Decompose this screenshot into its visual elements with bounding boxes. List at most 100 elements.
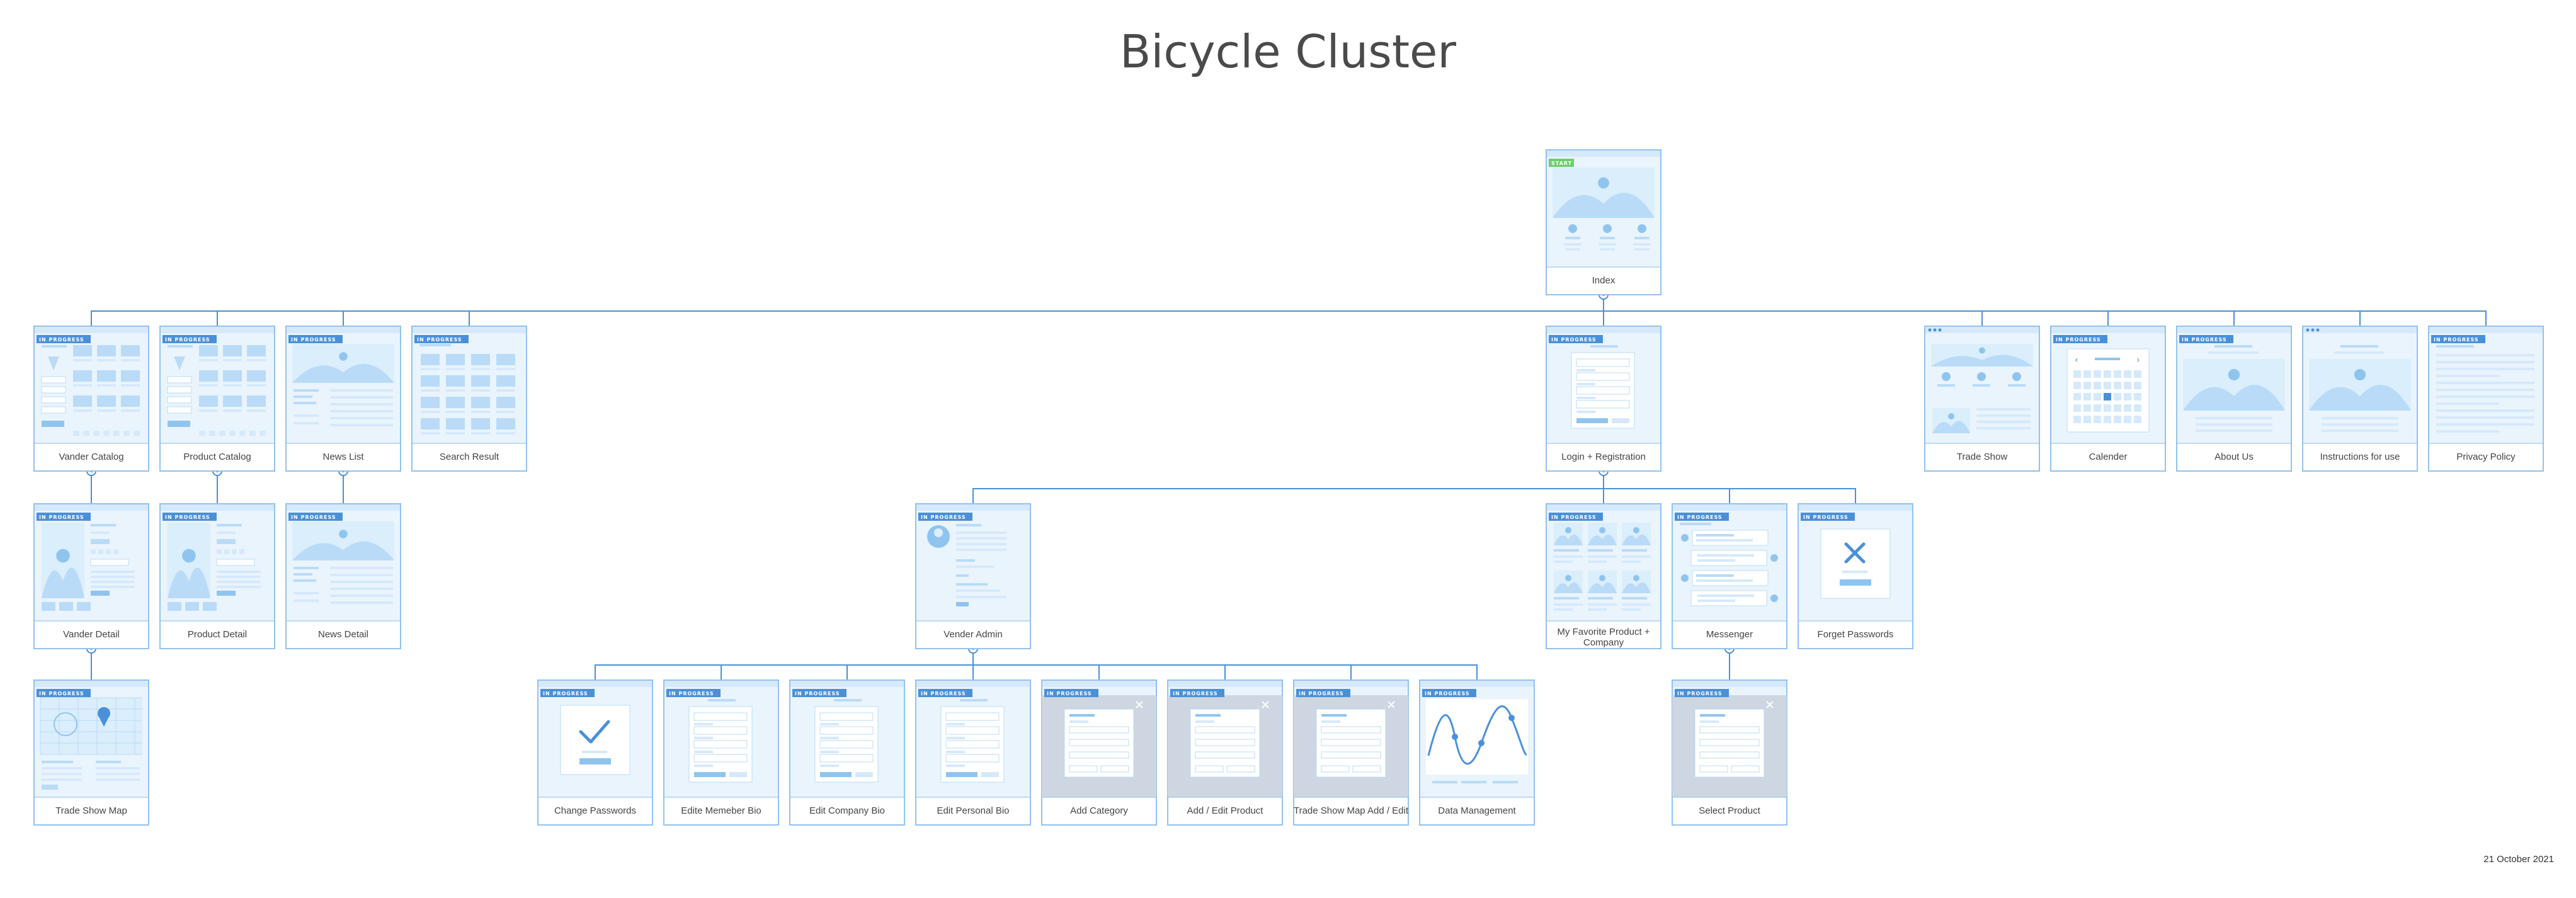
badge-text: IN PROGRESS — [165, 514, 210, 520]
node-thumbnail — [1042, 681, 1156, 798]
node-news-list[interactable]: IN PROGRESS News List — [285, 326, 401, 472]
node-label: Messenger — [1706, 629, 1753, 640]
node-label: About Us — [2214, 452, 2254, 462]
node-about-us[interactable]: IN PROGRESS About Us — [2176, 326, 2292, 472]
svg-text:›: › — [2136, 355, 2140, 365]
badge-text: IN PROGRESS — [795, 691, 840, 696]
node-thumbnail — [1547, 151, 1660, 268]
badge-text: IN PROGRESS — [1299, 691, 1344, 696]
sitemap-diagram: STARTIndexIN PROGRESSVander CatalogIN PR… — [33, 149, 2544, 826]
page-nodes: STARTIndexIN PROGRESSVander CatalogIN PR… — [33, 149, 2544, 826]
node-vender-admin[interactable]: IN PROGRESS Vender Admin — [915, 503, 1031, 649]
node-label: Instructions for use — [2320, 452, 2400, 462]
node-instructions[interactable]: Instructions for use — [2302, 326, 2418, 472]
node-label: Vander Detail — [63, 629, 120, 640]
node-label: Privacy Policy — [2456, 452, 2516, 462]
node-calender[interactable]: ‹ ›IN PROGRESSCalender — [2050, 326, 2166, 472]
node-data-management[interactable]: IN PROGRESS Data Management — [1419, 679, 1535, 826]
connector-vender-admin-edit-company-bio — [846, 649, 974, 680]
badge-text: IN PROGRESS — [1425, 691, 1470, 696]
node-thumbnail — [1168, 681, 1282, 798]
diagram-date: 21 October 2021 — [2483, 854, 2554, 865]
node-trade-show-map-add[interactable]: IN PROGRESS Trade Show Map Add / Edit — [1293, 679, 1409, 826]
svg-text:‹: ‹ — [2075, 355, 2078, 365]
node-label: Change Passwords — [554, 805, 636, 816]
node-add-category[interactable]: IN PROGRESS Add Category — [1041, 679, 1157, 826]
badge-text: IN PROGRESS — [1173, 691, 1218, 696]
badge-text: IN PROGRESS — [921, 514, 966, 520]
node-product-detail[interactable]: IN PROGRESS Product Detail — [159, 503, 275, 649]
node-messenger[interactable]: IN PROGRESS Messenger — [1672, 503, 1787, 649]
connector-index-search-result — [469, 295, 1604, 326]
node-label: Trade Show Map Add / Edit — [1294, 805, 1409, 816]
node-thumbnail — [1673, 504, 1786, 622]
badge-text: IN PROGRESS — [291, 514, 336, 520]
node-label: Calender — [2089, 452, 2128, 462]
node-label: Add Category — [1070, 805, 1128, 816]
node-thumbnail — [287, 327, 400, 444]
node-thumbnail — [2429, 327, 2543, 444]
node-label: Login + Registration — [1561, 452, 1646, 462]
node-label: Search Result — [440, 452, 499, 462]
node-label: Add / Edit Product — [1187, 805, 1264, 816]
node-search-result[interactable]: IN PROGRESS Search Result — [411, 326, 527, 472]
badge-text: IN PROGRESS — [39, 337, 84, 343]
badge-text: IN PROGRESS — [417, 337, 462, 343]
node-label: Data Management — [1438, 805, 1516, 816]
node-change-passwords[interactable]: IN PROGRESS Change Passwords — [537, 679, 653, 826]
node-select-product[interactable]: IN PROGRESS Select Product — [1672, 679, 1787, 826]
node-thumbnail — [2303, 327, 2417, 444]
node-trade-show[interactable]: Trade Show — [1924, 326, 2040, 472]
node-vander-catalog[interactable]: IN PROGRESS Vander Catalog — [33, 326, 149, 472]
node-forget-passwords[interactable]: IN PROGRESS Forget Passwords — [1798, 503, 1913, 649]
node-label: Trade Show Map — [55, 805, 127, 816]
node-label: Trade Show — [1957, 452, 2007, 462]
node-label: Select Product — [1699, 805, 1760, 816]
badge-text: IN PROGRESS — [2182, 337, 2227, 343]
node-privacy[interactable]: IN PROGRESS Privacy Policy — [2428, 326, 2544, 472]
node-login[interactable]: IN PROGRESS Login + Registration — [1546, 326, 1661, 472]
badge-text: IN PROGRESS — [1047, 691, 1092, 696]
badge-text: IN PROGRESS — [1677, 691, 1723, 696]
node-label: Forget Passwords — [1818, 629, 1894, 640]
node-label: Product Detail — [188, 629, 247, 640]
node-thumbnail — [790, 681, 904, 798]
node-thumbnail — [539, 681, 652, 798]
node-label: Product Catalog — [183, 452, 251, 462]
node-favorite[interactable]: IN PROGRESSMy Favorite Product + Company — [1546, 503, 1661, 649]
node-trade-show-map[interactable]: IN PROGRESS Trade Show Map — [33, 679, 149, 826]
connector-index-privacy — [1603, 295, 2487, 326]
node-thumbnail — [35, 504, 148, 622]
node-product-catalog[interactable]: IN PROGRESS Product Catalog — [159, 326, 275, 472]
node-thumbnail — [161, 327, 274, 444]
node-thumbnail — [35, 327, 148, 444]
connector-login-messenger — [1603, 471, 1730, 504]
badge-text: IN PROGRESS — [2434, 337, 2479, 343]
badge-text: IN PROGRESS — [39, 691, 84, 696]
badge-text: IN PROGRESS — [669, 691, 714, 696]
node-thumbnail: ‹ › — [2051, 327, 2165, 444]
node-vander-detail[interactable]: IN PROGRESS Vander Detail — [33, 503, 149, 649]
node-label: Index — [1592, 275, 1616, 286]
node-thumbnail — [1420, 681, 1534, 798]
node-label: Edit Company Bio — [809, 805, 885, 816]
node-thumbnail — [35, 681, 148, 798]
node-thumbnail — [1799, 504, 1912, 622]
badge-text: IN PROGRESS — [1677, 514, 1723, 520]
node-thumbnail — [161, 504, 274, 622]
node-thumbnail — [413, 327, 526, 444]
node-news-detail[interactable]: IN PROGRESS News Detail — [285, 503, 401, 649]
node-edit-personal-bio[interactable]: IN PROGRESS Edit Personal Bio — [915, 679, 1031, 826]
node-thumbnail — [1547, 504, 1660, 622]
node-edit-member-bio[interactable]: IN PROGRESS Edite Memeber Bio — [663, 679, 779, 826]
window-dots-icon — [2306, 328, 2320, 332]
node-edit-company-bio[interactable]: IN PROGRESS Edit Company Bio — [789, 679, 905, 826]
connector-login-vender-admin — [972, 471, 1604, 504]
window-dots-icon — [1928, 328, 1942, 332]
node-thumbnail — [287, 504, 400, 622]
badge-text: IN PROGRESS — [39, 514, 84, 520]
badge-text: IN PROGRESS — [921, 691, 966, 696]
node-add-edit-product[interactable]: IN PROGRESS Add / Edit Product — [1167, 679, 1283, 826]
node-index[interactable]: START Index — [1546, 149, 1661, 295]
node-thumbnail — [916, 504, 1030, 622]
